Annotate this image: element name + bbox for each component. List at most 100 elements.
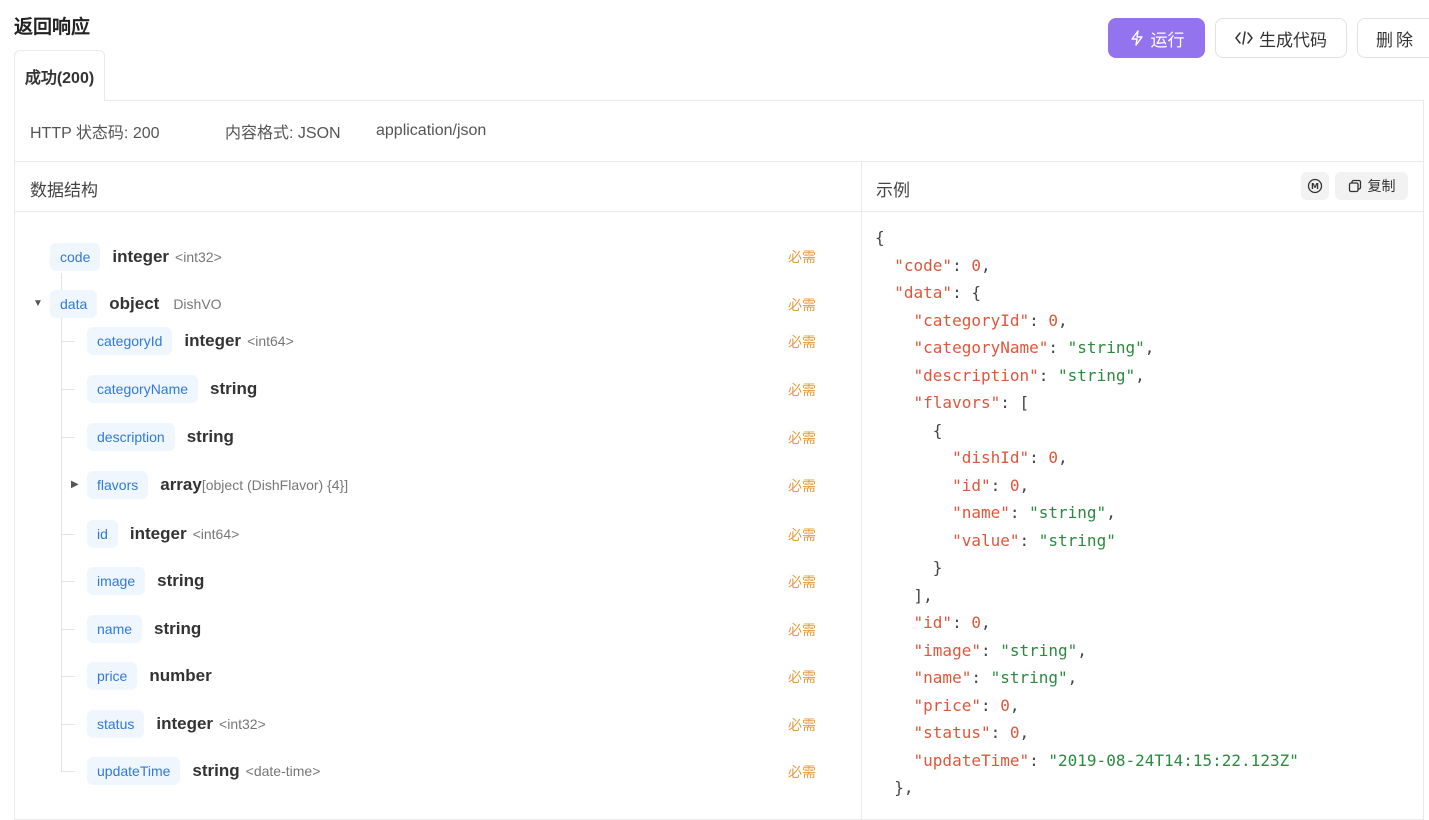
json-punct bbox=[875, 531, 952, 550]
schema-header-label: 数据结构 bbox=[30, 181, 98, 200]
required-label: 必需 bbox=[788, 669, 816, 685]
tree-guide-line bbox=[61, 273, 62, 733]
json-punct bbox=[875, 641, 914, 660]
field-type: string bbox=[192, 761, 240, 780]
field-row-categoryId[interactable]: categoryId integer <int64> bbox=[87, 327, 294, 355]
json-key: "description" bbox=[913, 365, 1039, 385]
content-format-text: 内容格式: JSON bbox=[225, 125, 341, 142]
field-row-categoryName[interactable]: categoryName string bbox=[87, 375, 257, 403]
run-label: 运行 bbox=[1150, 30, 1185, 50]
json-punct: , bbox=[1144, 338, 1155, 357]
field-name-chip: data bbox=[50, 290, 98, 318]
json-key: "categoryId" bbox=[913, 310, 1030, 330]
example-header: 示例 M 复制 bbox=[861, 161, 1423, 212]
json-punct bbox=[875, 503, 952, 522]
required-label: 必需 bbox=[788, 478, 816, 494]
field-row-name[interactable]: name string bbox=[87, 615, 201, 643]
field-row-updateTime[interactable]: updateTime string <date-time> bbox=[87, 757, 320, 785]
lightning-icon bbox=[1130, 30, 1143, 46]
json-punct: { bbox=[875, 420, 943, 440]
json-punct bbox=[875, 311, 914, 330]
tree-branch-line bbox=[61, 534, 75, 535]
field-type: object bbox=[109, 294, 160, 313]
field-row-image[interactable]: image string bbox=[87, 567, 204, 595]
field-name-chip: id bbox=[87, 520, 118, 548]
field-row-code[interactable]: code integer <int32> bbox=[50, 243, 222, 271]
generate-code-button[interactable]: 生成代码 bbox=[1215, 18, 1347, 58]
json-string: "string" bbox=[1067, 338, 1145, 357]
required-label: 必需 bbox=[788, 527, 816, 543]
copy-button[interactable]: 复制 bbox=[1335, 172, 1408, 200]
markdown-button[interactable]: M bbox=[1301, 172, 1329, 200]
json-key: "price" bbox=[913, 695, 981, 715]
m-circle-icon: M bbox=[1307, 178, 1323, 194]
json-string: "string" bbox=[1029, 503, 1107, 522]
delete-label: 删除 bbox=[1376, 30, 1416, 50]
required-label: 必需 bbox=[788, 764, 816, 780]
collapse-triangle-icon[interactable]: ▼ bbox=[33, 298, 43, 309]
field-row-status[interactable]: status integer <int32> bbox=[87, 710, 266, 738]
field-name-chip: updateTime bbox=[87, 757, 181, 785]
tree-branch-line bbox=[61, 629, 75, 630]
json-punct: , bbox=[1077, 640, 1087, 660]
field-row-data[interactable]: data object DishVO bbox=[50, 290, 222, 318]
json-punct: : [ bbox=[1000, 393, 1030, 412]
tab-success-200[interactable]: 成功(200) bbox=[14, 50, 105, 101]
json-string: "2019-08-24T14:15:22.123Z" bbox=[1048, 750, 1299, 770]
field-type: string bbox=[186, 427, 234, 446]
schema-column: 数据结构 code integer <int32> 必需 ▼ data obje… bbox=[15, 161, 862, 819]
json-punct: : bbox=[980, 640, 1001, 660]
field-row-description[interactable]: description string bbox=[87, 423, 234, 451]
json-example-code: { "code": 0, "data": { "categoryId": 0, … bbox=[875, 224, 1299, 802]
field-row-price[interactable]: price number bbox=[87, 662, 212, 690]
expand-triangle-icon[interactable]: ▶ bbox=[71, 479, 79, 490]
field-row-id[interactable]: id integer <int64> bbox=[87, 520, 239, 548]
json-key: "value" bbox=[952, 530, 1020, 550]
json-punct: , bbox=[1135, 365, 1145, 385]
field-type: integer bbox=[156, 714, 214, 733]
json-key: "data" bbox=[894, 283, 953, 302]
json-punct: , bbox=[980, 255, 991, 275]
json-punct bbox=[875, 393, 914, 412]
json-punct: : { bbox=[952, 283, 981, 302]
delete-button[interactable]: 删除 bbox=[1357, 18, 1429, 58]
field-type: number bbox=[149, 666, 212, 685]
schema-header: 数据结构 bbox=[15, 161, 861, 212]
json-punct: : bbox=[971, 668, 991, 687]
json-key: "name" bbox=[952, 503, 1010, 522]
json-string: "string" bbox=[1038, 530, 1116, 550]
tree-branch-line bbox=[61, 389, 75, 390]
field-format: [object (DishFlavor) {4}] bbox=[201, 477, 349, 493]
field-type: string bbox=[157, 571, 205, 590]
tree-branch-line bbox=[61, 676, 75, 677]
json-key: "id" bbox=[913, 613, 953, 632]
field-format: <int32> bbox=[175, 249, 222, 265]
required-label: 必需 bbox=[788, 334, 816, 350]
json-punct bbox=[875, 338, 914, 357]
json-key: "id" bbox=[952, 475, 991, 495]
field-format: <int32> bbox=[219, 716, 266, 732]
json-punct: , bbox=[1009, 695, 1020, 715]
field-name-chip: price bbox=[87, 662, 138, 690]
required-label: 必需 bbox=[788, 382, 816, 398]
json-punct: { bbox=[875, 228, 885, 247]
tree-branch-line bbox=[61, 771, 75, 772]
run-button[interactable]: 运行 bbox=[1108, 18, 1205, 58]
json-number: 0 bbox=[971, 255, 981, 275]
json-punct: : bbox=[1029, 750, 1049, 770]
json-punct: } bbox=[875, 558, 943, 577]
json-punct: , bbox=[1058, 310, 1068, 330]
field-row-flavors[interactable]: flavors array [object (DishFlavor) {4}] bbox=[87, 471, 348, 499]
response-panel: HTTP 状态码: 200 内容格式: JSON application/jso… bbox=[14, 100, 1424, 820]
field-type: array bbox=[160, 475, 202, 494]
json-punct: : bbox=[1038, 365, 1059, 385]
json-key: "categoryName" bbox=[913, 338, 1049, 357]
field-type: integer bbox=[112, 247, 170, 266]
json-key: "image" bbox=[913, 640, 981, 660]
json-key: "updateTime" bbox=[913, 750, 1030, 770]
json-punct: : bbox=[990, 723, 1010, 742]
json-punct: : bbox=[1048, 338, 1068, 357]
required-label: 必需 bbox=[788, 574, 816, 590]
json-punct bbox=[875, 256, 894, 275]
json-number: 0 bbox=[1048, 448, 1059, 467]
